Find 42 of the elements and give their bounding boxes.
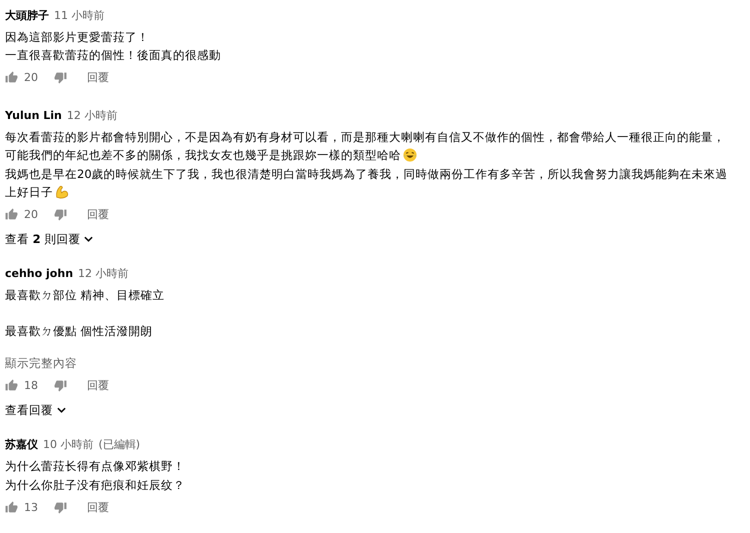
comment-text: 最喜歡ㄉ優點 個性活潑開朗 [5,322,153,340]
show-more-link[interactable]: 顯示完整內容 [5,354,77,372]
thumbs-down-icon[interactable] [54,71,67,84]
reply-button[interactable]: 回覆 [87,70,109,86]
comment-text: 可能我們的年紀也差不多的關係，我找女友也幾乎是挑跟妳一樣的類型哈哈 [5,147,401,164]
comment-time[interactable]: 12 小時前 [78,266,129,282]
reply-button[interactable]: 回覆 [87,378,109,393]
comment-text: 每次看蕾菈的影片都會特別開心，不是因為有奶有身材可以看，而是那種大喇喇有自信又不做作的個性，都會帶給人一種很正向的能量， [5,128,725,146]
author-name[interactable]: 大頭脖子 [5,8,49,23]
thumbs-down-icon[interactable] [54,208,67,221]
view-replies-button[interactable]: 查看回覆 [5,400,66,420]
edited-label: (已編輯) [98,437,140,452]
comment-text: 上好日子 [5,184,53,202]
reply-button[interactable]: 回覆 [87,500,109,515]
like-count: 20 [24,71,38,84]
reply-button[interactable]: 回覆 [87,206,109,222]
comment-time[interactable]: 12 小時前 [66,108,118,123]
chevron-down-icon [84,236,94,242]
thumbs-up-icon[interactable] [5,208,18,221]
thumbs-down-icon[interactable] [54,378,67,392]
author-name[interactable]: 苏嘉仪 [5,437,38,452]
laughing-face-icon [403,148,417,162]
thumbs-up-icon[interactable] [5,378,18,392]
author-name[interactable]: cehho john [5,267,74,280]
flexed-arm-icon [55,185,69,200]
comment-text: 最喜歡ㄉ部位 精神、目標確立 [5,287,165,304]
thumbs-up-icon[interactable] [5,71,18,84]
comment-time[interactable]: 10 小時前 [43,437,94,452]
like-count: 18 [24,378,38,392]
like-count: 20 [24,208,38,221]
thumbs-up-icon[interactable] [5,500,18,514]
chevron-down-icon [57,407,66,414]
comment-text: 为什么蕾菈长得有点像邓紫棋野！ [5,458,185,476]
like-count: 13 [24,500,38,514]
comment-text: 为什么你肚子没有疤痕和妊辰纹？ [5,476,185,494]
comment-text: 一直很喜歡蕾菈的個性！後面真的很感動 [5,47,221,64]
view-replies-button[interactable]: 查看 2 則回覆 [5,229,94,250]
comment-text: 因為這部影片更愛蕾菈了！ [5,29,149,46]
comment-time[interactable]: 11 小時前 [54,8,104,23]
comment-text: 我媽也是早在20歲的時候就生下了我，我也很清楚明白當時我媽為了養我，同時做兩份工作有多辛苦，所以我會努力讓我媽能夠在未來過 [5,166,728,183]
thumbs-down-icon[interactable] [54,500,67,514]
author-name[interactable]: Yulun Lin [5,108,62,122]
